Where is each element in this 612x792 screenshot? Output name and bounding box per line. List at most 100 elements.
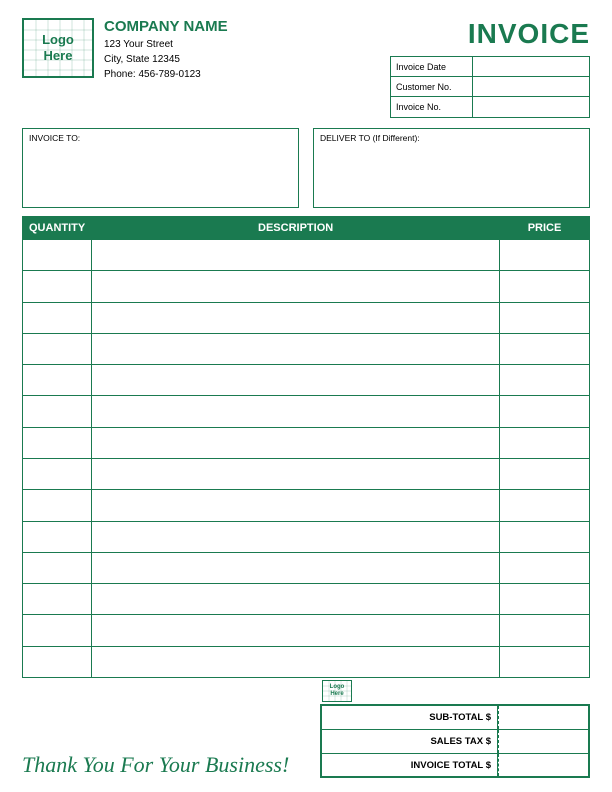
invoice-date-row: Invoice Date	[391, 57, 589, 77]
row-desc[interactable]	[92, 302, 500, 333]
table-row[interactable]	[23, 302, 590, 333]
invoice-to-box[interactable]: INVOICE TO:	[22, 128, 299, 208]
invoice-no-row: Invoice No.	[391, 97, 589, 117]
invoice-no-label: Invoice No.	[391, 97, 473, 117]
row-price[interactable]	[500, 458, 590, 489]
row-price[interactable]	[500, 490, 590, 521]
row-desc[interactable]	[92, 646, 500, 677]
invoice-date-value[interactable]	[473, 57, 589, 76]
row-price[interactable]	[500, 427, 590, 458]
row-price[interactable]	[500, 271, 590, 302]
row-qty[interactable]	[23, 240, 92, 271]
table-row[interactable]	[23, 552, 590, 583]
row-qty[interactable]	[23, 396, 92, 427]
table-row[interactable]	[23, 646, 590, 677]
customer-no-row: Customer No.	[391, 77, 589, 97]
table-row[interactable]	[23, 458, 590, 489]
sub-total-label: SUB-TOTAL $	[322, 706, 498, 729]
row-qty[interactable]	[23, 333, 92, 364]
row-qty[interactable]	[23, 490, 92, 521]
table-row[interactable]	[23, 490, 590, 521]
row-qty[interactable]	[23, 271, 92, 302]
table-row[interactable]	[23, 396, 590, 427]
invoice-to-label: INVOICE TO:	[29, 133, 292, 143]
deliver-to-label: DELIVER TO (If Different):	[320, 133, 583, 143]
row-qty[interactable]	[23, 302, 92, 333]
deliver-to-box[interactable]: DELIVER TO (If Different):	[313, 128, 590, 208]
company-phone: Phone: 456-789-0123	[104, 67, 228, 82]
table-row[interactable]	[23, 427, 590, 458]
invoice-total-label: INVOICE TOTAL $	[322, 754, 498, 776]
table-row[interactable]	[23, 521, 590, 552]
row-price[interactable]	[500, 646, 590, 677]
logo-box: Logo Here	[22, 18, 94, 78]
table-row[interactable]	[23, 240, 590, 271]
company-info: COMPANY NAME 123 Your Street City, State…	[104, 18, 228, 82]
invoice-no-value[interactable]	[473, 97, 589, 117]
row-price[interactable]	[500, 333, 590, 364]
sales-tax-value[interactable]	[498, 730, 588, 753]
thank-you-text: Thank You For Your Business!	[22, 748, 289, 778]
header-left: Logo Here COMPANY NAME 123 Your Street C…	[22, 18, 228, 82]
row-desc[interactable]	[92, 615, 500, 646]
row-qty[interactable]	[23, 552, 92, 583]
footer: Thank You For Your Business! LogoHere	[22, 680, 590, 778]
row-desc[interactable]	[92, 458, 500, 489]
row-qty[interactable]	[23, 427, 92, 458]
items-table: QUANTITY DESCRIPTION PRICE	[22, 216, 590, 678]
header: Logo Here COMPANY NAME 123 Your Street C…	[22, 18, 590, 118]
totals-section: LogoHere SUB-TOTAL $ SALES TAX $ INVOICE…	[320, 680, 590, 778]
company-address1: 123 Your Street	[104, 37, 228, 52]
table-row[interactable]	[23, 365, 590, 396]
customer-no-label: Customer No.	[391, 77, 473, 96]
row-price[interactable]	[500, 615, 590, 646]
header-right: INVOICE Invoice Date Customer No. Invoic…	[390, 18, 590, 118]
table-row[interactable]	[23, 333, 590, 364]
row-price[interactable]	[500, 365, 590, 396]
row-desc[interactable]	[92, 584, 500, 615]
row-desc[interactable]	[92, 427, 500, 458]
small-logo-box: LogoHere	[322, 680, 352, 702]
col-price: PRICE	[500, 217, 590, 240]
totals-wrapper: SUB-TOTAL $ SALES TAX $ INVOICE TOTAL $	[320, 704, 590, 778]
invoice-title: INVOICE	[468, 18, 590, 50]
row-price[interactable]	[500, 302, 590, 333]
logo-word2: Here	[42, 48, 74, 64]
row-qty[interactable]	[23, 615, 92, 646]
sales-tax-row: SALES TAX $	[321, 729, 589, 753]
row-qty[interactable]	[23, 521, 92, 552]
row-price[interactable]	[500, 521, 590, 552]
row-price[interactable]	[500, 396, 590, 427]
address-section: INVOICE TO: DELIVER TO (If Different):	[22, 128, 590, 208]
invoice-total-row: INVOICE TOTAL $	[321, 753, 589, 777]
row-qty[interactable]	[23, 458, 92, 489]
row-desc[interactable]	[92, 333, 500, 364]
small-logo-area: LogoHere	[320, 680, 590, 702]
invoice-total-value[interactable]	[498, 754, 588, 776]
row-desc[interactable]	[92, 271, 500, 302]
logo-word1: Logo	[42, 32, 74, 48]
row-desc[interactable]	[92, 240, 500, 271]
row-desc[interactable]	[92, 521, 500, 552]
table-row[interactable]	[23, 615, 590, 646]
sub-total-value[interactable]	[498, 706, 588, 729]
sales-tax-label: SALES TAX $	[322, 730, 498, 753]
row-qty[interactable]	[23, 646, 92, 677]
customer-no-value[interactable]	[473, 77, 589, 96]
row-price[interactable]	[500, 552, 590, 583]
row-desc[interactable]	[92, 552, 500, 583]
company-name: COMPANY NAME	[104, 18, 228, 35]
row-desc[interactable]	[92, 490, 500, 521]
col-description: DESCRIPTION	[92, 217, 500, 240]
row-qty[interactable]	[23, 365, 92, 396]
row-qty[interactable]	[23, 584, 92, 615]
row-desc[interactable]	[92, 365, 500, 396]
table-row[interactable]	[23, 271, 590, 302]
row-desc[interactable]	[92, 396, 500, 427]
row-price[interactable]	[500, 240, 590, 271]
table-row[interactable]	[23, 584, 590, 615]
invoice-fields: Invoice Date Customer No. Invoice No.	[390, 56, 590, 118]
row-price[interactable]	[500, 584, 590, 615]
sub-total-row: SUB-TOTAL $	[321, 705, 589, 729]
company-address2: City, State 12345	[104, 52, 228, 67]
